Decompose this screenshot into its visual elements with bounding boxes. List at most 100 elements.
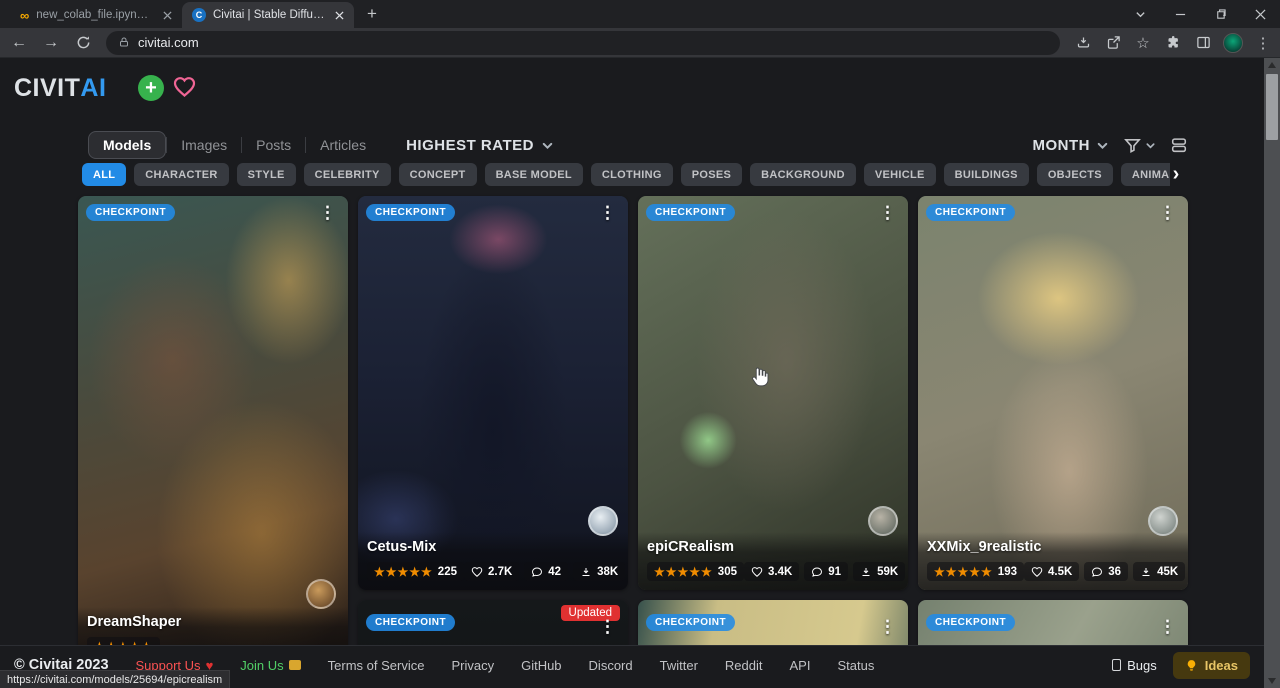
side-panel-icon[interactable] [1190, 30, 1216, 56]
footer-link-join-us[interactable]: Join Us [240, 658, 300, 673]
reload-button[interactable] [70, 30, 96, 56]
extensions-puzzle-icon[interactable] [1160, 30, 1186, 56]
period-dropdown[interactable]: MONTH [1033, 137, 1110, 154]
category-chip-vehicle[interactable]: VEHICLE [864, 163, 936, 186]
category-chip-background[interactable]: BACKGROUND [750, 163, 856, 186]
close-button[interactable] [1240, 0, 1280, 28]
join-us-label: Join Us [240, 658, 283, 673]
footer-link-reddit[interactable]: Reddit [725, 658, 763, 673]
downloads-pill[interactable]: 45K [1133, 562, 1185, 581]
page-scrollbar[interactable] [1264, 58, 1280, 688]
checkpoint-badge: CHECKPOINT [86, 204, 175, 221]
footer-link-github[interactable]: GitHub [521, 658, 561, 673]
scrollbar-up-arrow[interactable] [1268, 62, 1276, 68]
category-chip-buildings[interactable]: BUILDINGS [944, 163, 1029, 186]
rating-pill[interactable]: ★★★★★ 225 [367, 562, 464, 581]
card-menu-icon[interactable]: ⋮ [875, 202, 900, 223]
model-card-partial[interactable]: Updated CHECKPOINT ⋮ [358, 600, 628, 645]
model-card-xxmix9realistic[interactable]: CHECKPOINT ⋮ XXMix_9realistic ★★★★★ 193 … [918, 196, 1188, 590]
category-chip-animal[interactable]: ANIMAL [1121, 163, 1170, 186]
rating-pill[interactable]: ★★★★★ [87, 637, 160, 645]
browser-tab-civitai[interactable]: C Civitai | Stable Diffusion models, [182, 2, 354, 28]
browser-tab-colab[interactable]: ∞ new_colab_file.ipynb - Colaborat [10, 2, 182, 28]
likes-count: 4.5K [1048, 566, 1072, 578]
comments-pill[interactable]: 91 [804, 562, 848, 581]
model-card-dreamshaper[interactable]: CHECKPOINT ⋮ DreamShaper ★★★★★ [78, 196, 348, 645]
likes-pill[interactable]: 2.7K [464, 562, 519, 581]
tab-posts[interactable]: Posts [242, 132, 305, 158]
layout-toggle-icon[interactable] [1170, 136, 1188, 154]
checkpoint-badge: CHECKPOINT [926, 204, 1015, 221]
category-chip-celebrity[interactable]: CELEBRITY [304, 163, 391, 186]
sort-dropdown[interactable]: HIGHEST RATED [406, 137, 554, 154]
share-icon[interactable] [1100, 30, 1126, 56]
bookmark-star-icon[interactable]: ☆ [1130, 30, 1156, 56]
forward-button[interactable]: → [38, 30, 64, 56]
browser-menu-icon[interactable]: ⋮ [1250, 30, 1276, 56]
tab-search-icon[interactable] [1120, 0, 1160, 28]
scrollbar-thumb[interactable] [1266, 74, 1278, 140]
civitai-favicon: C [192, 8, 206, 22]
category-chip-poses[interactable]: POSES [681, 163, 742, 186]
category-chip-base-model[interactable]: BASE MODEL [485, 163, 583, 186]
comments-pill[interactable]: 42 [524, 562, 568, 581]
category-chip-style[interactable]: STYLE [237, 163, 296, 186]
card-menu-icon[interactable]: ⋮ [315, 202, 340, 223]
tab-models[interactable]: Models [88, 131, 166, 159]
comments-pill[interactable]: 36 [1084, 562, 1128, 581]
tab-images[interactable]: Images [167, 132, 241, 158]
tab-close-icon[interactable] [332, 8, 346, 22]
card-menu-icon[interactable]: ⋮ [595, 202, 620, 223]
footer-link-terms[interactable]: Terms of Service [328, 658, 425, 673]
category-chip-all[interactable]: ALL [82, 163, 126, 186]
card-menu-icon[interactable]: ⋮ [1155, 202, 1180, 223]
card-menu-icon[interactable]: ⋮ [1155, 616, 1180, 637]
status-url-bar: https://civitai.com/models/25694/epicrea… [0, 670, 230, 688]
downloads-pill[interactable]: 38K [573, 562, 625, 581]
card-menu-icon[interactable]: ⋮ [595, 616, 620, 637]
card-info: XXMix_9realistic ★★★★★ 193 4.5K 36 [918, 532, 1188, 590]
card-menu-icon[interactable]: ⋮ [875, 616, 900, 637]
address-bar[interactable]: civitai.com [106, 31, 1060, 55]
category-chip-clothing[interactable]: CLOTHING [591, 163, 673, 186]
profile-avatar[interactable] [1220, 30, 1246, 56]
model-card-partial[interactable]: CHECKPOINT ⋮ [918, 600, 1188, 645]
downloads-count: 45K [1157, 566, 1178, 578]
minimize-button[interactable] [1160, 0, 1200, 28]
back-button[interactable]: ← [6, 30, 32, 56]
category-chip-character[interactable]: CHARACTER [134, 163, 228, 186]
footer-link-twitter[interactable]: Twitter [660, 658, 698, 673]
category-chip-concept[interactable]: CONCEPT [399, 163, 477, 186]
model-card-image [78, 196, 348, 645]
tab-close-icon[interactable] [160, 8, 174, 22]
footer-link-privacy[interactable]: Privacy [451, 658, 494, 673]
restore-button[interactable] [1200, 0, 1240, 28]
likes-pill[interactable]: 3.4K [744, 562, 799, 581]
footer-link-api[interactable]: API [790, 658, 811, 673]
new-tab-button[interactable]: + [360, 2, 384, 26]
downloads-pill[interactable]: 59K [853, 562, 905, 581]
main-content: Models Images Posts Articles HIGHEST RAT… [0, 118, 1280, 645]
category-chip-objects[interactable]: OBJECTS [1037, 163, 1113, 186]
model-stats: ★★★★★ 225 2.7K 42 [367, 562, 619, 581]
upload-plus-button[interactable]: + [138, 75, 164, 101]
footer-link-status[interactable]: Status [837, 658, 874, 673]
bugs-button[interactable]: Bugs [1112, 658, 1157, 673]
bug-icon [1112, 659, 1121, 671]
ideas-button[interactable]: Ideas [1173, 652, 1250, 679]
download-page-icon[interactable] [1070, 30, 1096, 56]
footer-link-discord[interactable]: Discord [589, 658, 633, 673]
model-card-epicrealism[interactable]: CHECKPOINT ⋮ epiCRealism ★★★★★ 305 3.4K [638, 196, 908, 590]
chips-scroll-right-icon[interactable]: › [1168, 163, 1184, 186]
rating-pill[interactable]: ★★★★★ 193 [927, 562, 1024, 581]
model-card-cetus-mix[interactable]: CHECKPOINT ⋮ Cetus-Mix ★★★★★ 225 2.7K [358, 196, 628, 590]
filter-dropdown[interactable] [1123, 136, 1156, 155]
rating-pill[interactable]: ★★★★★ 305 [647, 562, 744, 581]
creator-avatar[interactable] [306, 579, 336, 609]
scrollbar-down-arrow[interactable] [1268, 678, 1276, 684]
model-card-partial[interactable]: CHECKPOINT ⋮ [638, 600, 908, 645]
tab-articles[interactable]: Articles [306, 132, 380, 158]
civitai-logo[interactable]: CIVITAI [14, 74, 106, 103]
likes-pill[interactable]: 4.5K [1024, 562, 1079, 581]
support-heart-icon[interactable] [172, 75, 197, 99]
